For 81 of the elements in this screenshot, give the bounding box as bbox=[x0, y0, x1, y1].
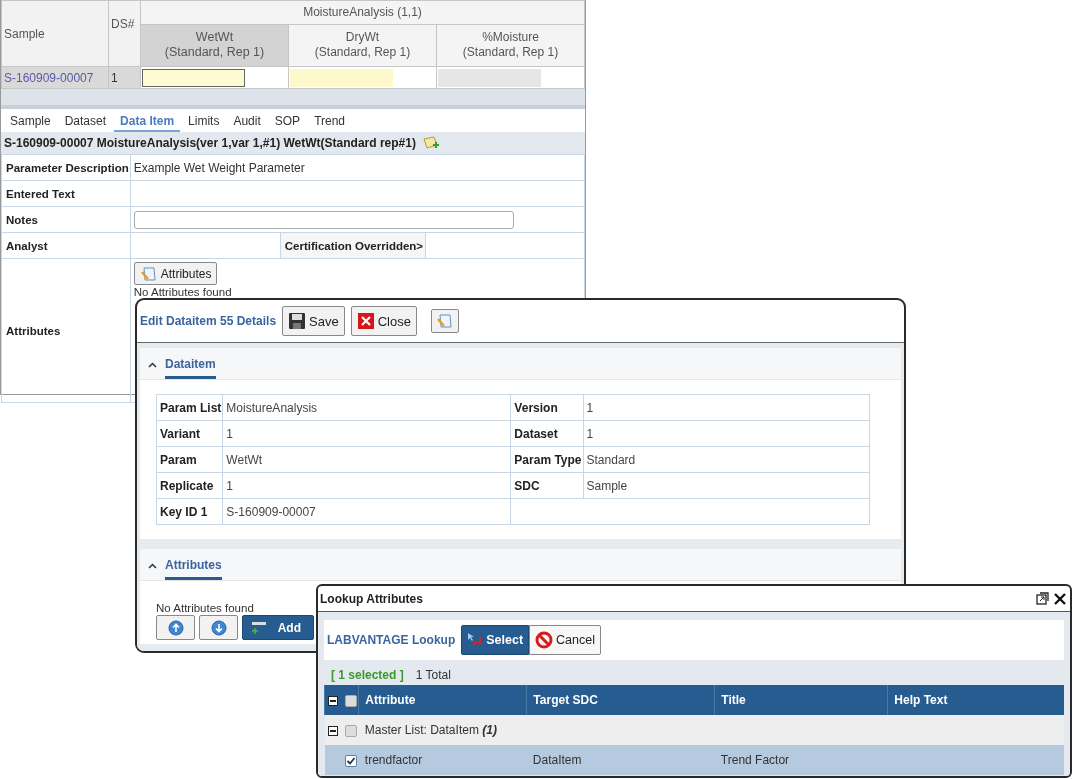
add-row-icon bbox=[251, 620, 267, 635]
field-label: Analyst bbox=[1, 232, 131, 259]
toolbar-title: LABVANTAGE Lookup bbox=[327, 633, 456, 647]
field-label: Notes bbox=[1, 206, 131, 233]
collapse-all-icon[interactable] bbox=[328, 695, 338, 706]
collapse-group-icon[interactable] bbox=[327, 725, 338, 736]
tab[interactable]: Sample bbox=[4, 114, 57, 130]
column-header[interactable]: DryWt (Standard, Rep 1) bbox=[288, 24, 437, 67]
column-header[interactable]: Help Text bbox=[887, 685, 1064, 715]
tab[interactable]: Limits bbox=[182, 114, 226, 130]
restore-window-icon[interactable] bbox=[1036, 592, 1049, 605]
dialog-title: Lookup Attributes bbox=[320, 591, 423, 606]
detail-title: S-160909-00007 MoistureAnalysis(ver 1,var 1,#1) WetWt(Standard rep#1) bbox=[4, 136, 416, 150]
column-header: MoistureAnalysis (1,1) bbox=[140, 0, 585, 25]
note-button[interactable] bbox=[430, 309, 459, 333]
add-button[interactable]: Add bbox=[242, 615, 314, 640]
field-value: 1 bbox=[222, 472, 511, 499]
field-label: Param bbox=[156, 446, 223, 473]
dialog-title: Edit Dataitem 55 Details bbox=[140, 314, 277, 328]
move-up-button[interactable] bbox=[156, 615, 195, 640]
column-header: DS# bbox=[108, 0, 141, 67]
total-count: 1 Total bbox=[415, 668, 451, 682]
save-button[interactable]: Save bbox=[282, 306, 345, 336]
close-icon[interactable] bbox=[1053, 591, 1067, 606]
field-value: S-160909-00007 bbox=[222, 498, 511, 525]
cursor-return-icon bbox=[467, 632, 484, 648]
checkbox[interactable] bbox=[345, 694, 358, 707]
table-cell: trendfactor bbox=[358, 745, 527, 775]
table-cell: DataItem bbox=[526, 745, 715, 775]
field-value: WetWt bbox=[222, 446, 511, 473]
select-button[interactable]: Select bbox=[461, 625, 530, 655]
note-add-icon[interactable] bbox=[421, 135, 440, 151]
section-tab[interactable]: Attributes bbox=[165, 552, 222, 580]
move-down-button[interactable] bbox=[199, 615, 238, 640]
column-header[interactable]: Target SDC bbox=[526, 685, 715, 715]
tab[interactable]: Trend bbox=[308, 114, 352, 130]
field-value: Standard bbox=[583, 446, 870, 473]
field-label: Attributes bbox=[1, 258, 131, 403]
field-value: Sample bbox=[583, 472, 870, 499]
input-field[interactable] bbox=[142, 68, 245, 87]
tab[interactable]: Dataset bbox=[58, 114, 113, 130]
field-value: MoistureAnalysis bbox=[222, 394, 511, 421]
close-icon bbox=[356, 312, 375, 330]
tab[interactable]: Audit bbox=[227, 114, 267, 130]
field-label: Certification Overridden> bbox=[280, 232, 426, 259]
checkbox[interactable] bbox=[344, 754, 357, 767]
field-value: Example Wet Weight Parameter bbox=[133, 160, 305, 175]
field-label: Variant bbox=[156, 420, 223, 447]
field-value: 1 bbox=[583, 394, 870, 421]
field-label: Version bbox=[510, 394, 583, 421]
group-count: (1) bbox=[482, 723, 497, 737]
checkbox[interactable] bbox=[344, 724, 357, 737]
close-button[interactable]: Close bbox=[350, 306, 417, 336]
field-label: Entered Text bbox=[1, 180, 131, 207]
tab[interactable]: SOP bbox=[268, 114, 307, 130]
sample-link[interactable]: S-160909-00007 bbox=[1, 66, 109, 89]
attributes-button[interactable]: Attributes bbox=[133, 262, 218, 285]
column-header[interactable]: Attribute bbox=[358, 685, 527, 715]
field-value: 1 bbox=[222, 420, 511, 447]
field-label: Param List bbox=[156, 394, 223, 421]
cancel-icon bbox=[535, 631, 554, 649]
field-label: Parameter Description bbox=[1, 154, 131, 181]
column-header[interactable]: WetWt (Standard, Rep 1) bbox=[140, 24, 289, 67]
empty-message: No Attributes found bbox=[133, 286, 233, 298]
field-value: 1 bbox=[583, 420, 870, 447]
notes-field[interactable] bbox=[133, 210, 514, 229]
field-label: SDC bbox=[510, 472, 583, 499]
empty-message: No Attributes found bbox=[156, 602, 255, 614]
field-label: Dataset bbox=[510, 420, 583, 447]
note-icon bbox=[139, 265, 158, 282]
cancel-button[interactable]: Cancel bbox=[529, 625, 601, 655]
field-label: Key ID 1 bbox=[156, 498, 223, 525]
table-cell: Trend Factor bbox=[714, 745, 888, 775]
section-tab[interactable]: Dataitem bbox=[165, 351, 216, 379]
field-label: Param Type bbox=[510, 446, 583, 473]
group-label: Master List: DataItem bbox=[364, 723, 479, 737]
note-icon bbox=[435, 313, 454, 329]
column-header[interactable]: Title bbox=[714, 685, 888, 715]
column-header: Sample bbox=[1, 0, 109, 67]
selected-count: [ 1 selected ] bbox=[331, 668, 404, 682]
field-label: Replicate bbox=[156, 472, 223, 499]
